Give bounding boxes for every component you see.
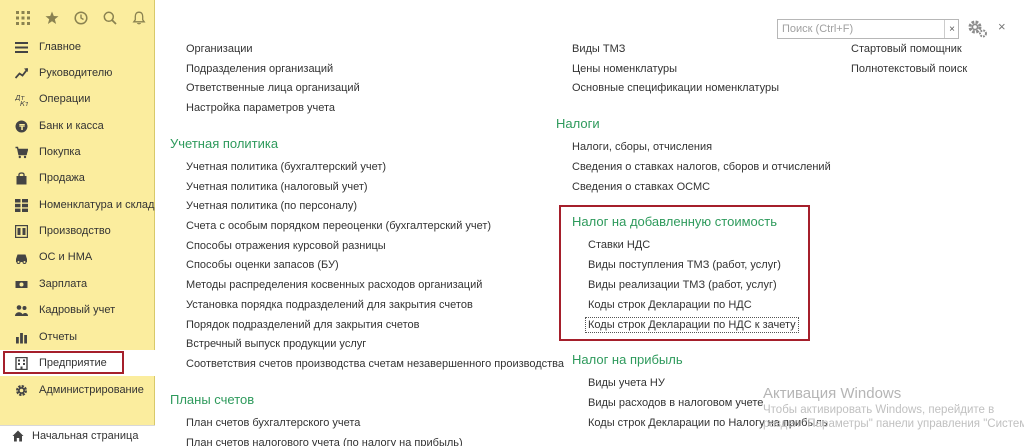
watermark-title: Активация Windows [763,385,902,402]
watermark-line: раздел "Параметры" панели управления "Си… [763,418,1024,430]
sidebar-item-label: Зарплата [39,278,88,290]
factory-icon [14,224,28,238]
main-content: × × Организации Подразделения организаци… [156,0,1024,446]
sidebar-item-production[interactable]: Производство [0,218,155,244]
link-policy-item[interactable]: Встречный выпуск продукции услуг [186,337,366,351]
sidebar-item-label: Номенклатура и склад [39,199,155,211]
sidebar-item-nomenclature[interactable]: Номенклатура и склад [0,192,155,218]
link-policy-item[interactable]: Способы отражения курсовой разницы [186,239,386,253]
link-responsible-persons[interactable]: Ответственные лица организаций [186,81,360,95]
sidebar-item-label: Производство [39,225,111,237]
sidebar-item-label: Покупка [39,146,81,158]
section-title-profit-tax: Налог на прибыль [572,352,683,367]
sidebar-item-sales[interactable]: Продажа [0,165,155,191]
sidebar-item-main[interactable]: Главное [0,34,155,60]
settings-gear-icon[interactable] [967,18,989,40]
link-policy-item[interactable]: Способы оценки запасов (БУ) [186,258,339,272]
sidebar-item-label: Продажа [39,172,85,184]
sidebar-item-manager[interactable]: Руководителю [0,60,155,86]
sidebar-item-label: Отчеты [39,331,78,343]
svg-text:Кт: Кт [20,100,28,106]
sidebar-item-label: Операции [39,93,91,105]
sidebar-item-bank[interactable]: ₸ Банк и касса [0,113,155,139]
home-icon [12,430,24,442]
star-icon[interactable] [37,0,66,36]
link-taxes-item[interactable]: Сведения о ставках налогов, сборов и отч… [572,160,831,174]
search-icon[interactable] [95,0,124,36]
link-org-divisions[interactable]: Подразделения организаций [186,62,333,76]
link-tmz-types[interactable]: Виды ТМЗ [572,42,625,56]
sidebar-item-label: Кадровый учет [39,304,116,316]
section-title-taxes: Налоги [556,116,600,131]
section-title-charts-of-accounts: Планы счетов [170,392,255,407]
bag-icon [14,171,28,185]
link-nomenclature-specs[interactable]: Основные спецификации номенклатуры [572,81,779,95]
sidebar-item-salary[interactable]: Зарплата [0,271,155,297]
sidebar-item-purchase[interactable]: Покупка [0,139,155,165]
link-policy-item[interactable]: Учетная политика (по персоналу) [186,199,357,213]
sidebar-item-fixed-assets[interactable]: ОС и НМА [0,244,155,270]
sidebar-item-operations[interactable]: ДтКт Операции [0,86,155,112]
grid-blocks-icon [14,198,28,212]
search-input[interactable] [778,20,938,38]
menu-lines-icon [14,40,28,54]
link-start-assistant[interactable]: Стартовый помощник [851,42,962,56]
coin-icon: ₸ [14,119,28,133]
link-vat-item[interactable]: Виды поступления ТМЗ (работ, услуг) [588,258,781,272]
sidebar-item-label: Администрирование [39,384,144,396]
section-title-accounting-policy: Учетная политика [170,136,279,151]
history-icon[interactable] [66,0,95,36]
search-clear-button[interactable]: × [944,20,959,38]
link-vat-item[interactable]: Ставки НДС [588,238,650,252]
link-profit-item[interactable]: Виды учета НУ [588,376,665,390]
sidebar-item-label: Руководителю [39,67,113,79]
section-title-vat: Налог на добавленную стоимость [572,214,777,229]
sidebar-item-reports[interactable]: Отчеты [0,324,155,350]
link-profit-item[interactable]: Виды расходов в налоговом учете [588,396,763,410]
link-accounts-item[interactable]: План счетов налогового учета (по налогу … [186,436,463,446]
money-icon [14,277,28,291]
link-policy-item[interactable]: Учетная политика (налоговый учет) [186,180,368,194]
home-page-label: Начальная страница [32,430,139,442]
link-taxes-item[interactable]: Сведения о ставках ОСМС [572,180,710,194]
link-policy-item[interactable]: Методы распределения косвенных расходов … [186,278,482,292]
home-page-tab[interactable]: Начальная страница [0,425,155,446]
watermark-line: Чтобы активировать Windows, перейдите в [763,404,995,416]
bell-icon[interactable] [124,0,153,36]
sidebar-item-label: Главное [39,41,82,53]
link-nomenclature-prices[interactable]: Цены номенклатуры [572,62,677,76]
link-organizations[interactable]: Организации [186,42,253,56]
bar-chart-icon [14,330,28,344]
link-policy-item[interactable]: Соответствия счетов производства счетам … [186,357,564,371]
search-box: × [777,19,959,39]
link-policy-item[interactable]: Счета с особым порядком переоценки (бухг… [186,219,491,233]
gear-icon [14,383,28,397]
sidebar-item-hr[interactable]: Кадровый учет [0,297,155,323]
sidebar-item-enterprise-highlight [3,351,124,374]
sidebar-item-administration[interactable]: Администрирование [0,377,155,403]
link-vat-item[interactable]: Виды реализации ТМЗ (работ, услуг) [588,278,777,292]
car-icon [14,250,28,264]
operations-icon: ДтКт [14,92,28,106]
apps-grid-icon[interactable] [8,0,37,36]
link-accounts-item[interactable]: План счетов бухгалтерского учета [186,416,360,430]
link-accounting-parameters[interactable]: Настройка параметров учета [186,101,335,115]
link-policy-item[interactable]: Учетная политика (бухгалтерский учет) [186,160,386,174]
sidebar-item-label: ОС и НМА [39,251,93,263]
people-icon [14,303,28,317]
link-policy-item[interactable]: Порядок подразделений для закрытия счето… [186,318,419,332]
cart-icon [14,145,28,159]
link-vat-item-focused[interactable]: Коды строк Декларации по НДС к зачету [585,317,799,333]
sidebar-item-label: Банк и касса [39,120,104,132]
svg-text:₸: ₸ [19,122,25,131]
link-vat-item[interactable]: Коды строк Декларации по НДС [588,298,752,312]
sidebar: Главное Руководителю ДтКт Операции ₸ Бан… [0,0,155,446]
sidebar-toolbar [0,0,154,36]
chart-up-icon [14,66,28,80]
link-fulltext-search[interactable]: Полнотекстовый поиск [851,62,967,76]
link-taxes-item[interactable]: Налоги, сборы, отчисления [572,140,712,154]
link-policy-item[interactable]: Установка порядка подразделений для закр… [186,298,473,312]
close-button[interactable]: × [998,20,1012,34]
